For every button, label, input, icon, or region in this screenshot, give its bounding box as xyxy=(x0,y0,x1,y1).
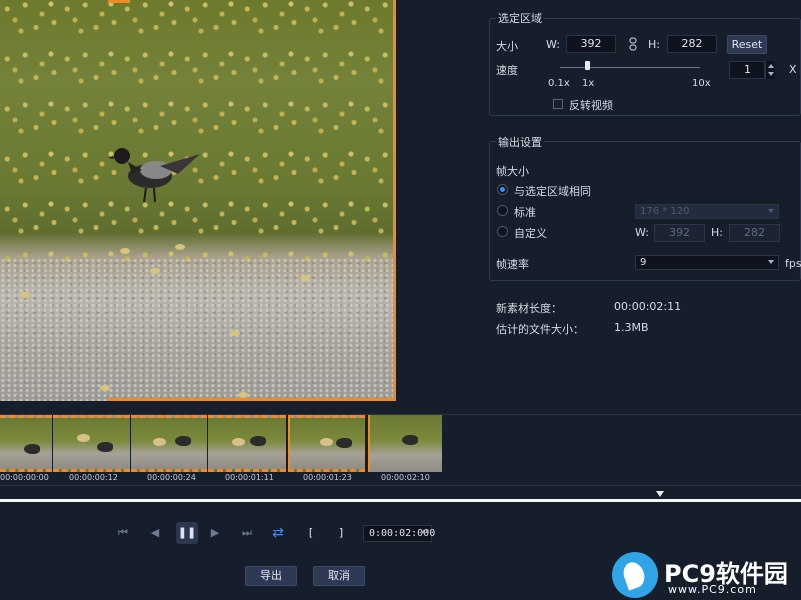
speed-spinner[interactable] xyxy=(765,61,775,79)
leaf xyxy=(120,248,130,254)
pause-button[interactable]: ❚❚ xyxy=(176,522,198,544)
filmstrip-frame[interactable] xyxy=(131,415,207,472)
video-preview[interactable] xyxy=(0,0,396,401)
height-input[interactable]: 282 xyxy=(667,35,717,53)
speed-unit: X xyxy=(789,63,797,76)
fps-select[interactable]: 9 xyxy=(635,255,779,270)
opt-same-label: 与选定区域相同 xyxy=(514,185,591,198)
reverse-video-label: 反转视频 xyxy=(569,99,613,112)
timecode-label: 00:00:00:24 xyxy=(147,473,196,482)
filmstrip-frame[interactable] xyxy=(368,415,442,472)
grass-texture xyxy=(0,0,396,261)
radio-standard[interactable] xyxy=(497,205,508,216)
dog-thumb xyxy=(153,438,166,446)
leaf xyxy=(230,330,240,336)
speed-slider-thumb[interactable] xyxy=(585,61,590,70)
standard-size-select[interactable]: 176 * 120 xyxy=(635,204,779,219)
scrub-bar[interactable] xyxy=(0,499,801,502)
dog-thumb xyxy=(232,438,245,446)
timecode-spinner-icon[interactable]: ▲▼ xyxy=(422,529,429,535)
opt-custom-label: 自定义 xyxy=(514,227,547,240)
speed-tick-mid: 1x xyxy=(582,78,595,89)
radio-custom[interactable] xyxy=(497,226,508,237)
fps-unit: fps xyxy=(785,257,801,270)
speed-input[interactable]: 1 xyxy=(729,61,765,79)
width-label: W: xyxy=(546,38,560,51)
timecode-label: 00:00:01:23 xyxy=(303,473,352,482)
standard-size-value: 176 * 120 xyxy=(640,206,690,217)
clip-length-value: 00:00:02:11 xyxy=(614,300,682,313)
reset-button[interactable]: Reset xyxy=(727,35,767,54)
mark-in-button[interactable]: [ xyxy=(300,522,322,544)
fps-value: 9 xyxy=(640,257,647,268)
filmstrip-frame[interactable] xyxy=(288,415,365,472)
speed-label: 速度 xyxy=(496,64,518,77)
leaf xyxy=(20,292,30,298)
selection-title: 选定区域 xyxy=(496,10,544,26)
filmstrip-frame[interactable] xyxy=(0,415,52,472)
brand-logo-icon xyxy=(612,552,658,598)
speed-tick-max: 10x xyxy=(692,78,711,89)
chevron-down-icon xyxy=(768,209,774,213)
speed-slider-track[interactable] xyxy=(560,67,700,68)
crop-edge-bottom[interactable] xyxy=(108,398,396,401)
clip-length-label: 新素材长度： xyxy=(496,302,562,315)
height-label: H: xyxy=(648,38,660,51)
leaf xyxy=(150,268,160,274)
next-frame-button[interactable]: ▶ xyxy=(204,522,226,544)
crow-thumb xyxy=(250,436,266,446)
gif-export-window: 选定区域 大小 W: 392 H: 282 Reset 速度 0.1x 1x 1… xyxy=(0,0,801,600)
previous-frame-button[interactable]: ◀ xyxy=(144,522,166,544)
crop-edge-right[interactable] xyxy=(393,0,396,401)
export-button[interactable]: 导出 xyxy=(245,566,297,586)
playhead-marker[interactable] xyxy=(656,491,664,497)
gravel-texture xyxy=(0,258,396,401)
custom-height-label: H: xyxy=(711,226,723,239)
output-title: 输出设置 xyxy=(496,134,544,150)
leaf xyxy=(300,275,310,281)
reverse-video-checkbox[interactable] xyxy=(553,99,563,109)
filmstrip-frame[interactable] xyxy=(53,415,130,472)
dog-thumb xyxy=(320,438,333,446)
timecode-label: 00:00:02:10 xyxy=(381,473,430,482)
link-icon[interactable] xyxy=(628,37,638,51)
frame-size-label: 帧大小 xyxy=(496,165,529,178)
width-input[interactable]: 392 xyxy=(566,35,616,53)
leaf xyxy=(100,385,110,391)
speed-tick-min: 0.1x xyxy=(548,78,570,89)
mark-out-button[interactable]: ] xyxy=(330,522,352,544)
crow-thumb xyxy=(175,436,191,446)
crow-thumb xyxy=(24,444,40,454)
crow-image xyxy=(108,148,200,203)
timeline-bottom-divider xyxy=(0,485,801,486)
chevron-down-icon xyxy=(768,260,774,264)
go-to-start-button[interactable]: ⏮ xyxy=(112,522,134,544)
radio-same-as-selection[interactable] xyxy=(497,184,508,195)
watermark-url: www.PC9.com xyxy=(668,583,757,596)
custom-width-label: W: xyxy=(635,226,649,239)
crow-thumb xyxy=(97,442,113,452)
size-label: 大小 xyxy=(496,40,518,53)
leaf xyxy=(175,244,185,250)
timecode-label: 00:00:01:11 xyxy=(225,473,274,482)
watermark: PC9软件园 www.PC9.com xyxy=(612,552,801,600)
timecode-label: 00:00:00:00 xyxy=(0,473,49,482)
loop-button[interactable]: ⇄ xyxy=(267,522,289,544)
dog-thumb xyxy=(77,434,90,442)
fps-label: 帧速率 xyxy=(496,258,529,271)
custom-height-input[interactable]: 282 xyxy=(729,224,780,242)
file-size-label: 估计的文件大小： xyxy=(496,323,584,336)
cancel-button[interactable]: 取消 xyxy=(313,566,365,586)
custom-width-input[interactable]: 392 xyxy=(654,224,705,242)
opt-standard-label: 标准 xyxy=(514,206,536,219)
crow-thumb xyxy=(336,438,352,448)
crop-handle-top[interactable] xyxy=(108,0,130,3)
timecode-input[interactable]: 0:00:02:000 ▲▼ xyxy=(363,525,435,542)
timecode-label: 00:00:00:12 xyxy=(69,473,118,482)
go-to-end-button[interactable]: ⏭ xyxy=(236,522,258,544)
filmstrip-frame[interactable] xyxy=(208,415,286,472)
file-size-value: 1.3MB xyxy=(614,321,649,334)
crow-thumb xyxy=(402,435,418,445)
